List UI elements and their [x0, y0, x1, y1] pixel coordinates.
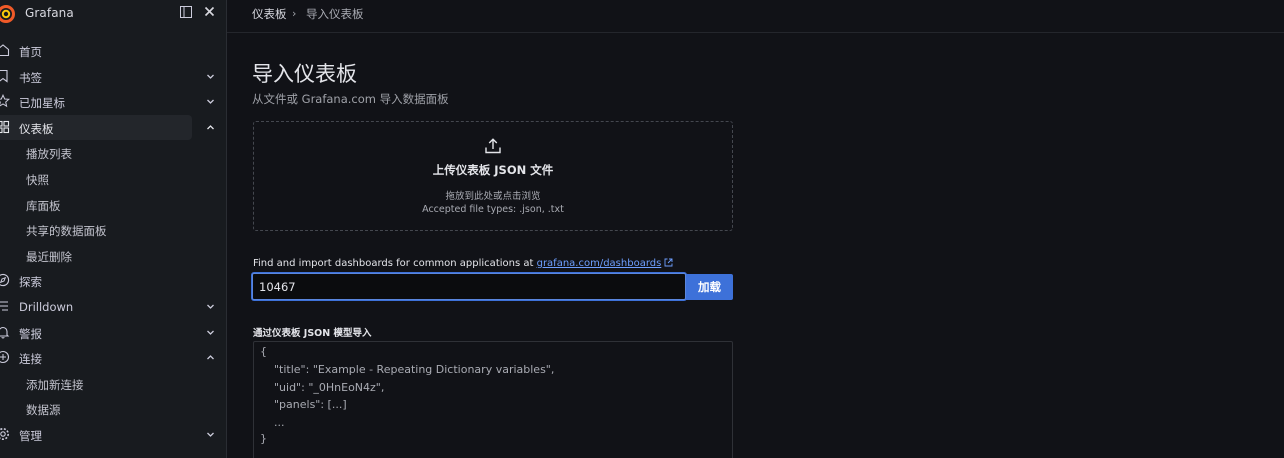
sidebar-item-home[interactable]: 首页	[0, 38, 227, 64]
sidebar-item-label: Drilldown	[19, 299, 74, 314]
breadcrumb-current-page: 导入仪表板	[306, 7, 364, 21]
upload-hint: 拖放到此处或点击浏览	[445, 191, 541, 202]
sidebar-item-shared-dashboards[interactable]: 共享的数据面板	[0, 217, 227, 243]
upload-dropzone[interactable]: 上传仪表板 JSON 文件 拖放到此处或点击浏览 Accepted file t…	[253, 121, 733, 231]
grafana-com-dashboards-link[interactable]: grafana.com/dashboards	[537, 258, 662, 269]
page-subtitle: 从文件或 Grafana.com 导入数据面板	[252, 92, 449, 106]
sidebar-item-label: 连接	[19, 352, 42, 367]
sidebar-item-label: 警报	[19, 326, 42, 341]
json-line: "panels": [...]	[260, 398, 347, 411]
page-title: 导入仪表板	[252, 62, 357, 86]
grafana-com-prompt-text: Find and import dashboards for common ap…	[253, 258, 537, 269]
drilldown-icon	[0, 301, 8, 311]
sidebar-item-data-sources[interactable]: 数据源	[0, 396, 227, 422]
chevron-up-icon[interactable]	[205, 122, 216, 133]
sidebar-item-label: 快照	[26, 172, 49, 187]
sidebar-item-label: 已加星标	[19, 96, 65, 111]
main-content: 导入仪表板 从文件或 Grafana.com 导入数据面板 上传仪表板 JSON…	[227, 33, 1284, 458]
sidebar-item-label: 共享的数据面板	[26, 224, 107, 239]
bell-icon	[0, 326, 10, 339]
grafana-com-prompt: Find and import dashboards for common ap…	[253, 258, 673, 269]
brand-header: Grafana	[0, 0, 227, 28]
dashboards-icon	[0, 120, 10, 133]
sidebar: Grafana 首页 书签 已加星标 仪表板 播放列表 快照 库面板 共享的数据…	[0, 0, 227, 458]
sidebar-item-alerting[interactable]: 警报	[0, 320, 227, 346]
grafana-logo-icon[interactable]	[0, 4, 16, 24]
external-link-icon[interactable]	[664, 258, 673, 267]
sidebar-item-recently-deleted[interactable]: 最近删除	[0, 243, 227, 269]
sidebar-item-starred[interactable]: 已加星标	[0, 89, 227, 115]
load-button[interactable]: 加载	[686, 274, 733, 300]
sidebar-item-label: 添加新连接	[26, 377, 84, 392]
sidebar-item-connections[interactable]: 连接	[0, 345, 227, 371]
dock-panel-icon[interactable]	[178, 6, 194, 22]
brand-name: Grafana	[25, 6, 74, 20]
chevron-down-icon[interactable]	[205, 327, 216, 338]
sidebar-item-drilldown[interactable]: Drilldown	[0, 294, 227, 320]
sidebar-item-playlists[interactable]: 播放列表	[0, 140, 227, 166]
sidebar-item-label: 数据源	[26, 403, 61, 418]
sidebar-item-label: 管理	[19, 428, 42, 443]
sidebar-item-label: 库面板	[26, 198, 61, 213]
json-line: {	[260, 345, 267, 358]
sidebar-item-label: 书签	[19, 70, 42, 85]
chevron-down-icon[interactable]	[205, 429, 216, 440]
sidebar-item-explore[interactable]: 探索	[0, 268, 227, 294]
json-line: "uid": "_0HnEoN4z",	[260, 381, 385, 394]
sidebar-item-add-new-connection[interactable]: 添加新连接	[0, 371, 227, 397]
sidebar-item-label: 首页	[19, 45, 42, 59]
sidebar-item-snapshots[interactable]: 快照	[0, 166, 227, 192]
sidebar-item-label: 播放列表	[26, 147, 72, 162]
json-line: ...	[260, 416, 285, 429]
sidebar-item-dashboards[interactable]: 仪表板	[0, 114, 227, 141]
grafana-app: Grafana 首页 书签 已加星标 仪表板 播放列表 快照 库面板 共享的数据…	[0, 0, 1284, 458]
star-icon	[0, 94, 10, 108]
breadcrumb-dashboards-link[interactable]: 仪表板	[252, 6, 287, 22]
upload-title: 上传仪表板 JSON 文件	[432, 163, 554, 177]
breadcrumb: 仪表板 › 导入仪表板	[227, 0, 1284, 33]
sidebar-item-label: 最近删除	[26, 249, 72, 264]
compass-icon	[0, 274, 10, 287]
dashboard-id-input[interactable]	[252, 273, 686, 300]
home-icon	[0, 44, 10, 57]
bookmark-icon	[0, 69, 8, 83]
chevron-down-icon[interactable]	[205, 301, 216, 312]
sidebar-item-label: 探索	[19, 275, 42, 290]
sidebar-nav: 首页 书签 已加星标 仪表板 播放列表 快照 库面板 共享的数据面板 最近删除 …	[0, 38, 227, 448]
chevron-up-icon[interactable]	[205, 352, 216, 363]
sidebar-item-library-panels[interactable]: 库面板	[0, 192, 227, 218]
breadcrumb-separator: ›	[292, 7, 297, 20]
sidebar-item-administration[interactable]: 管理	[0, 422, 227, 448]
close-icon[interactable]	[201, 6, 217, 22]
json-model-textarea[interactable]: { "title": "Example - Repeating Dictiona…	[253, 341, 733, 458]
json-line: "title": "Example - Repeating Dictionary…	[260, 363, 555, 376]
chevron-down-icon[interactable]	[205, 96, 216, 107]
sidebar-item-label: 仪表板	[19, 121, 54, 136]
upload-accepted-types: Accepted file types: .json, .txt	[422, 204, 564, 215]
connections-icon	[0, 351, 10, 364]
chevron-down-icon[interactable]	[205, 71, 216, 82]
sidebar-item-bookmarks[interactable]: 书签	[0, 64, 227, 90]
cog-icon	[0, 427, 9, 440]
upload-icon	[485, 138, 501, 154]
json-model-label: 通过仪表板 JSON 模型导入	[253, 328, 372, 339]
json-line: }	[260, 432, 267, 445]
